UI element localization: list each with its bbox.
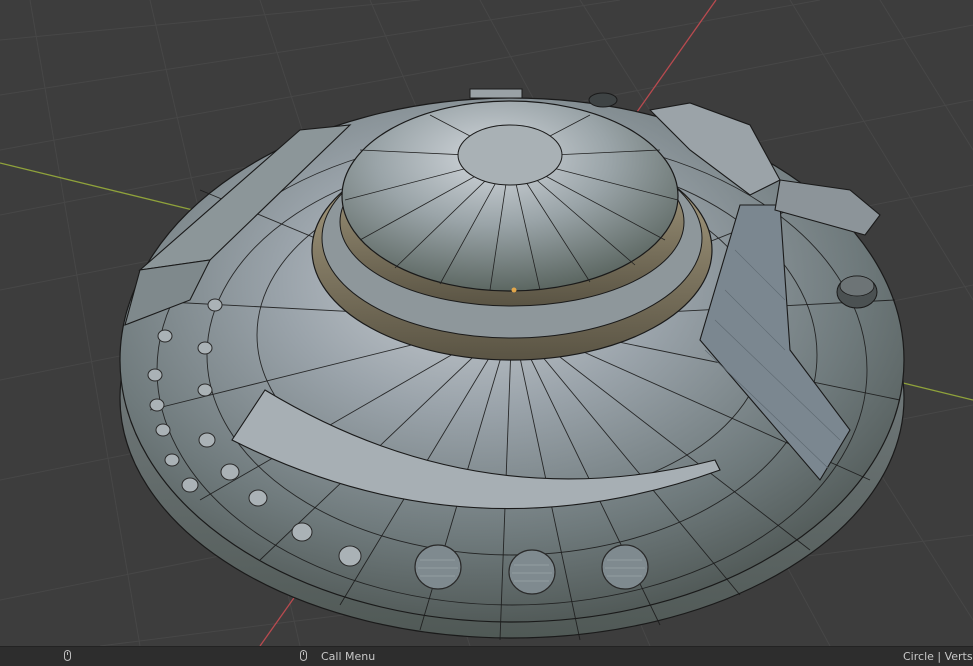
status-bar: Call Menu Circle | Verts:8 [0, 646, 973, 666]
ufo-model [119, 88, 905, 641]
viewport-canvas [0, 0, 973, 646]
call-menu-hint: Call Menu [321, 650, 376, 663]
object-origin-dot [511, 287, 517, 293]
3d-viewport[interactable] [0, 0, 973, 646]
mouse-left-icon [64, 650, 71, 661]
scene-statistics: Circle | Verts:8 [903, 650, 973, 663]
mouse-middle-icon [300, 650, 307, 661]
